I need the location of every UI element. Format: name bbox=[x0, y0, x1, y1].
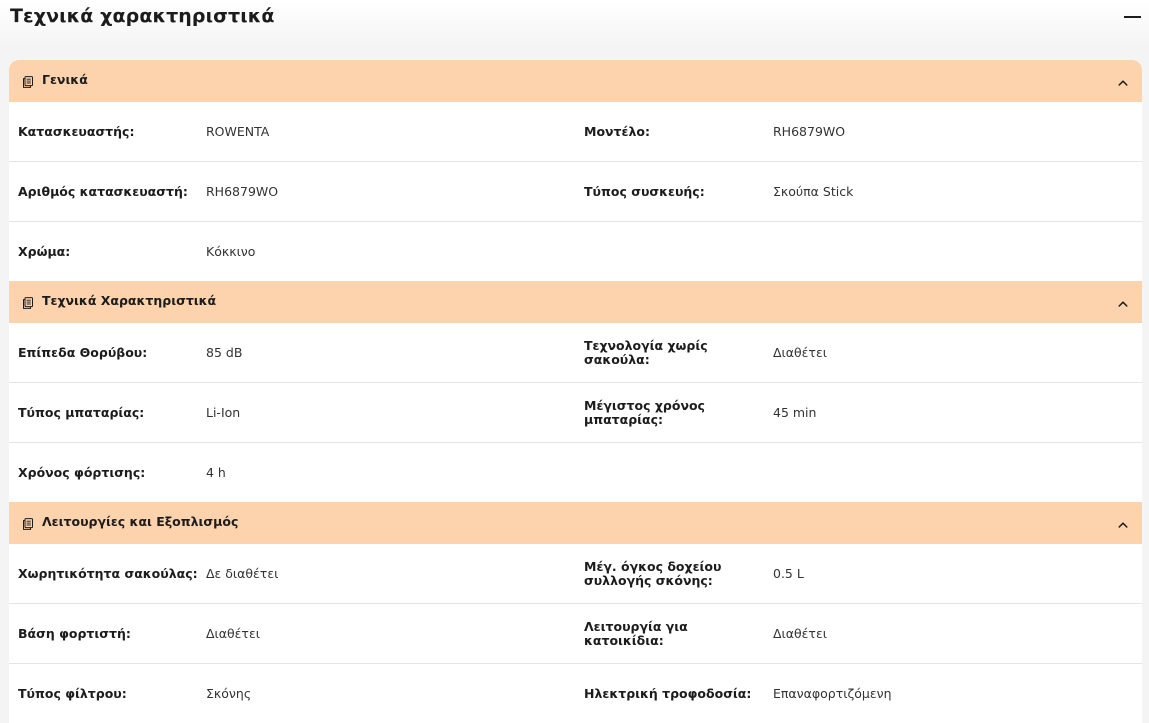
spec-label: Τύπος φίλτρου: bbox=[18, 685, 127, 701]
spec-row: Τύπος φίλτρου: Σκόνης Ηλεκτρική τροφοδοσία… bbox=[9, 664, 1142, 723]
spec-value: Διαθέτει bbox=[206, 626, 260, 641]
spec-value: Li-Ion bbox=[206, 405, 241, 420]
spec-value: Διαθέτει bbox=[773, 345, 827, 360]
minus-collapse-icon[interactable] bbox=[1124, 16, 1141, 18]
spec-label: Χρώμα: bbox=[18, 243, 71, 259]
spec-label: Ηλεκτρική τροφοδοσία: bbox=[584, 685, 752, 701]
spec-label: Μέγιστος χρόνος μπαταρίας: bbox=[584, 397, 705, 427]
spec-row: Επίπεδα Θορύβου: 85 dB Τεχνολογία χωρίς σα… bbox=[9, 323, 1142, 383]
section-title: Γενικά bbox=[42, 72, 88, 87]
spec-label: Χρόνος φόρτισης: bbox=[18, 464, 146, 480]
section-header[interactable]: Γενικά bbox=[9, 60, 1142, 102]
spec-label: Τεχνολογία χωρίς σακούλα: bbox=[584, 337, 708, 367]
spec-value: Διαθέτει bbox=[773, 626, 827, 641]
spec-label: Μοντέλο: bbox=[584, 123, 650, 139]
spec-label: Τύπος συσκευής: bbox=[584, 183, 705, 199]
document-icon bbox=[22, 294, 34, 313]
spec-row: Χρώμα: Κόκκινο bbox=[9, 222, 1142, 281]
spec-value: 45 min bbox=[773, 405, 817, 420]
spec-row: Τύπος μπαταρίας: Li-Ion Μέγιστος χρόνος μπ… bbox=[9, 383, 1142, 443]
spec-row: Κατασκευαστής: ROWENTA Μοντέλο: RH6879WO bbox=[9, 102, 1142, 162]
section-title: Λειτουργίες και Εξοπλισμός bbox=[42, 514, 239, 529]
spec-value: 0.5 L bbox=[773, 566, 804, 581]
spec-label: Τύπος μπαταρίας: bbox=[18, 404, 145, 420]
spec-label: Μέγ. όγκος δοχείου συλλογής σκόνης: bbox=[584, 558, 722, 588]
spec-value: Κόκκινο bbox=[206, 244, 256, 259]
spec-row: Αριθμός κατασκευαστή: RH6879WO Τύπος συσκε… bbox=[9, 162, 1142, 222]
spec-label: Επίπεδα Θορύβου: bbox=[18, 344, 148, 360]
chevron-up-icon[interactable] bbox=[1117, 516, 1129, 535]
spec-value: Δε διαθέτει bbox=[206, 566, 279, 581]
section-title: Τεχνικά Χαρακτηριστικά bbox=[42, 293, 217, 308]
section-header[interactable]: Λειτουργίες και Εξοπλισμός bbox=[9, 502, 1142, 544]
document-icon bbox=[22, 515, 34, 534]
spec-value: Σκούπα Stick bbox=[773, 184, 854, 199]
spec-label: Χωρητικότητα σακούλας: bbox=[18, 565, 198, 581]
spec-value: RH6879WO bbox=[206, 184, 279, 199]
spec-value: Επαναφορτιζόμενη bbox=[773, 686, 892, 701]
spec-value: Σκόνης bbox=[206, 686, 252, 701]
chevron-up-icon[interactable] bbox=[1117, 295, 1129, 314]
spec-value: RH6879WO bbox=[773, 124, 846, 139]
spec-label: Αριθμός κατασκευαστή: bbox=[18, 183, 188, 199]
spec-value: ROWENTA bbox=[206, 124, 270, 139]
spec-row: Βάση φορτιστή: Διαθέτει Λειτουργία για κατ… bbox=[9, 604, 1142, 664]
document-icon bbox=[22, 73, 34, 92]
chevron-up-icon[interactable] bbox=[1117, 74, 1129, 93]
spec-label: Λειτουργία για κατοικίδια: bbox=[584, 618, 688, 648]
spec-value: 85 dB bbox=[206, 345, 243, 360]
spec-label: Κατασκευαστής: bbox=[18, 123, 135, 139]
section-header[interactable]: Τεχνικά Χαρακτηριστικά bbox=[9, 281, 1142, 323]
spec-value: 4 h bbox=[206, 465, 226, 480]
spec-row: Χωρητικότητα σακούλας: Δε διαθέτει Μέγ. όγ… bbox=[9, 544, 1142, 604]
spec-label: Βάση φορτιστή: bbox=[18, 625, 131, 641]
spec-row: Χρόνος φόρτισης: 4 h bbox=[9, 443, 1142, 502]
specs-header-bar: Τεχνικά χαρακτηριστικά bbox=[0, 0, 1149, 48]
specs-card: Γενικά Κατασκευαστής: ROWENTA Μοντέλο: RH687… bbox=[9, 60, 1142, 723]
page-title: Τεχνικά χαρακτηριστικά bbox=[10, 5, 275, 27]
